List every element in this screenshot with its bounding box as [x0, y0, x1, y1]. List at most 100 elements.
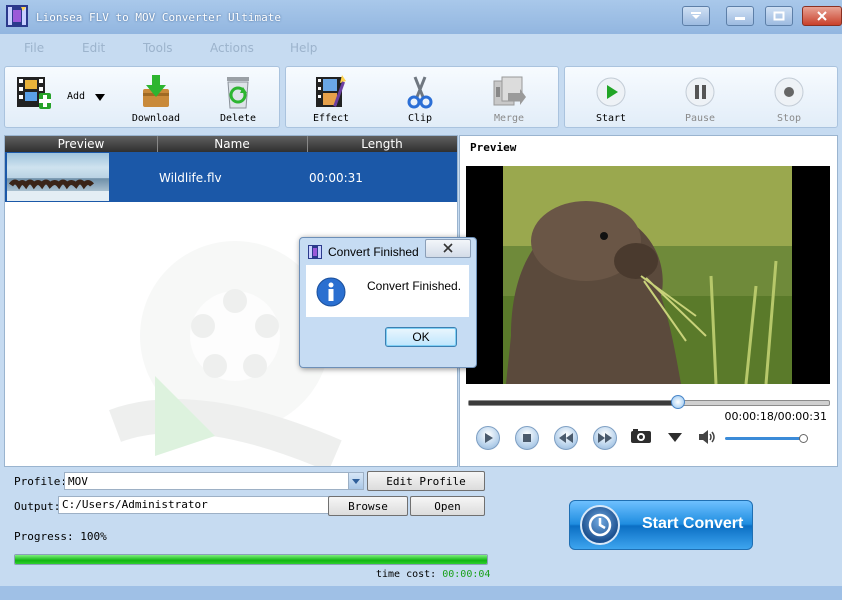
profile-label: Profile:: [14, 475, 67, 488]
title-bar: Lionsea FLV to MOV Converter Ultimate: [0, 0, 842, 34]
options-button[interactable]: [682, 6, 710, 26]
thumbnail-horses-image: [7, 179, 109, 201]
effect-button[interactable]: Effect: [296, 67, 366, 127]
time-cost-value: 00:00:04: [442, 569, 491, 580]
delete-button[interactable]: Delete: [203, 67, 273, 127]
progress-bar: [14, 554, 488, 565]
file-list-header: Preview Name Length: [5, 136, 457, 152]
effect-label: Effect: [312, 113, 350, 124]
menu-edit[interactable]: Edit: [82, 41, 105, 55]
dialog-body: Convert Finished.: [306, 265, 469, 317]
chevron-down-icon[interactable]: [668, 433, 682, 442]
edit-profile-button[interactable]: Edit Profile: [367, 471, 485, 491]
output-settings: Profile: MOV Edit Profile Output: Browse…: [4, 468, 836, 584]
convert-clock-icon: [580, 505, 620, 545]
column-length[interactable]: Length: [307, 137, 457, 151]
menu-file[interactable]: File: [24, 41, 44, 55]
output-label: Output:: [14, 500, 61, 513]
camera-icon[interactable]: [630, 428, 652, 444]
pause-icon: [685, 77, 715, 107]
minimize-icon: [735, 17, 745, 20]
close-icon: [817, 11, 827, 21]
merge-label: Merge: [493, 113, 525, 124]
seek-handle[interactable]: [670, 395, 685, 409]
play-icon: [596, 77, 626, 107]
file-name: Wildlife.flv: [159, 171, 222, 185]
start-label: Start: [595, 113, 627, 124]
seek-bar[interactable]: [468, 395, 830, 409]
toolbar-edit-group: Effect Clip Merge: [285, 66, 559, 128]
clip-button[interactable]: Clip: [385, 67, 455, 127]
menu-actions[interactable]: Actions: [210, 41, 254, 55]
app-window: Lionsea FLV to MOV Converter Ultimate Fi…: [0, 0, 842, 600]
minimize-button[interactable]: [726, 6, 754, 26]
volume-icon[interactable]: [698, 429, 716, 445]
close-icon: [443, 243, 453, 253]
progress-fill: [15, 555, 487, 564]
effect-film-icon: [316, 75, 346, 107]
column-name[interactable]: Name: [157, 137, 307, 151]
download-label: Download: [131, 113, 181, 124]
open-button[interactable]: Open: [410, 496, 485, 516]
profile-select[interactable]: MOV: [64, 472, 364, 490]
dialog-close-button[interactable]: [425, 239, 471, 258]
delete-label: Delete: [219, 113, 257, 124]
column-preview[interactable]: Preview: [5, 137, 157, 151]
file-length: 00:00:31: [309, 171, 363, 185]
preview-title: Preview: [470, 141, 517, 154]
add-film-icon: [17, 77, 51, 109]
progress-label: Progress: 100%: [14, 530, 107, 543]
play-icon: [485, 433, 493, 443]
time-readout: 00:00:18/00:00:31: [724, 410, 827, 423]
menu-tools[interactable]: Tools: [143, 41, 173, 55]
convert-finished-dialog: Convert Finished Convert Finished. OK: [299, 237, 477, 368]
window-title: Lionsea FLV to MOV Converter Ultimate: [36, 11, 282, 24]
maximize-button[interactable]: [765, 6, 793, 26]
video-preview: [466, 166, 830, 384]
merge-icon: [493, 76, 526, 106]
stop-playback-button[interactable]: [515, 426, 539, 450]
fast-forward-button[interactable]: [593, 426, 617, 450]
stop-label: Stop: [776, 113, 802, 124]
play-button[interactable]: [476, 426, 500, 450]
scissors-icon: [407, 76, 433, 109]
app-icon: [6, 5, 28, 27]
chevron-down-icon: [95, 94, 105, 101]
profile-dropdown-arrow[interactable]: [348, 473, 363, 489]
ok-button[interactable]: OK: [385, 327, 457, 347]
chevron-down-icon: [691, 12, 701, 19]
pause-label: Pause: [684, 113, 716, 124]
merge-button[interactable]: Merge: [474, 67, 544, 127]
menu-bar: File Edit Tools Actions Help: [0, 34, 842, 60]
download-button[interactable]: Download: [121, 67, 191, 127]
status-bar: [0, 586, 842, 600]
dialog-message: Convert Finished.: [367, 279, 462, 293]
toolbar-control-group: Start Pause Stop: [564, 66, 838, 128]
stop-icon: [774, 77, 804, 107]
rewind-button[interactable]: [554, 426, 578, 450]
close-button[interactable]: [802, 6, 842, 26]
add-button[interactable]: Add: [7, 67, 111, 127]
browse-button[interactable]: Browse: [328, 496, 408, 516]
add-label: Add: [67, 91, 86, 102]
start-button[interactable]: Start: [576, 67, 646, 127]
stop-button[interactable]: Stop: [754, 67, 824, 127]
download-icon: [143, 75, 169, 107]
video-frame-marmot-image: [466, 166, 830, 384]
time-cost: time cost: 00:00:04: [376, 569, 490, 580]
pause-button[interactable]: Pause: [665, 67, 735, 127]
volume-handle[interactable]: [798, 434, 808, 443]
start-convert-button[interactable]: Start Convert: [569, 500, 753, 550]
dialog-title: Convert Finished: [328, 245, 419, 259]
toolbar-file-group: Add Download Delete: [4, 66, 280, 128]
file-row[interactable]: Wildlife.flv 00:00:31: [5, 152, 457, 202]
menu-help[interactable]: Help: [290, 41, 317, 55]
output-path-input[interactable]: [58, 496, 332, 514]
profile-value: MOV: [68, 475, 88, 488]
fast-forward-icon: [598, 433, 612, 443]
seek-progress: [469, 401, 678, 405]
volume-slider[interactable]: [725, 437, 807, 440]
stop-icon: [523, 434, 531, 442]
rewind-icon: [559, 433, 573, 443]
app-icon: [308, 245, 322, 259]
